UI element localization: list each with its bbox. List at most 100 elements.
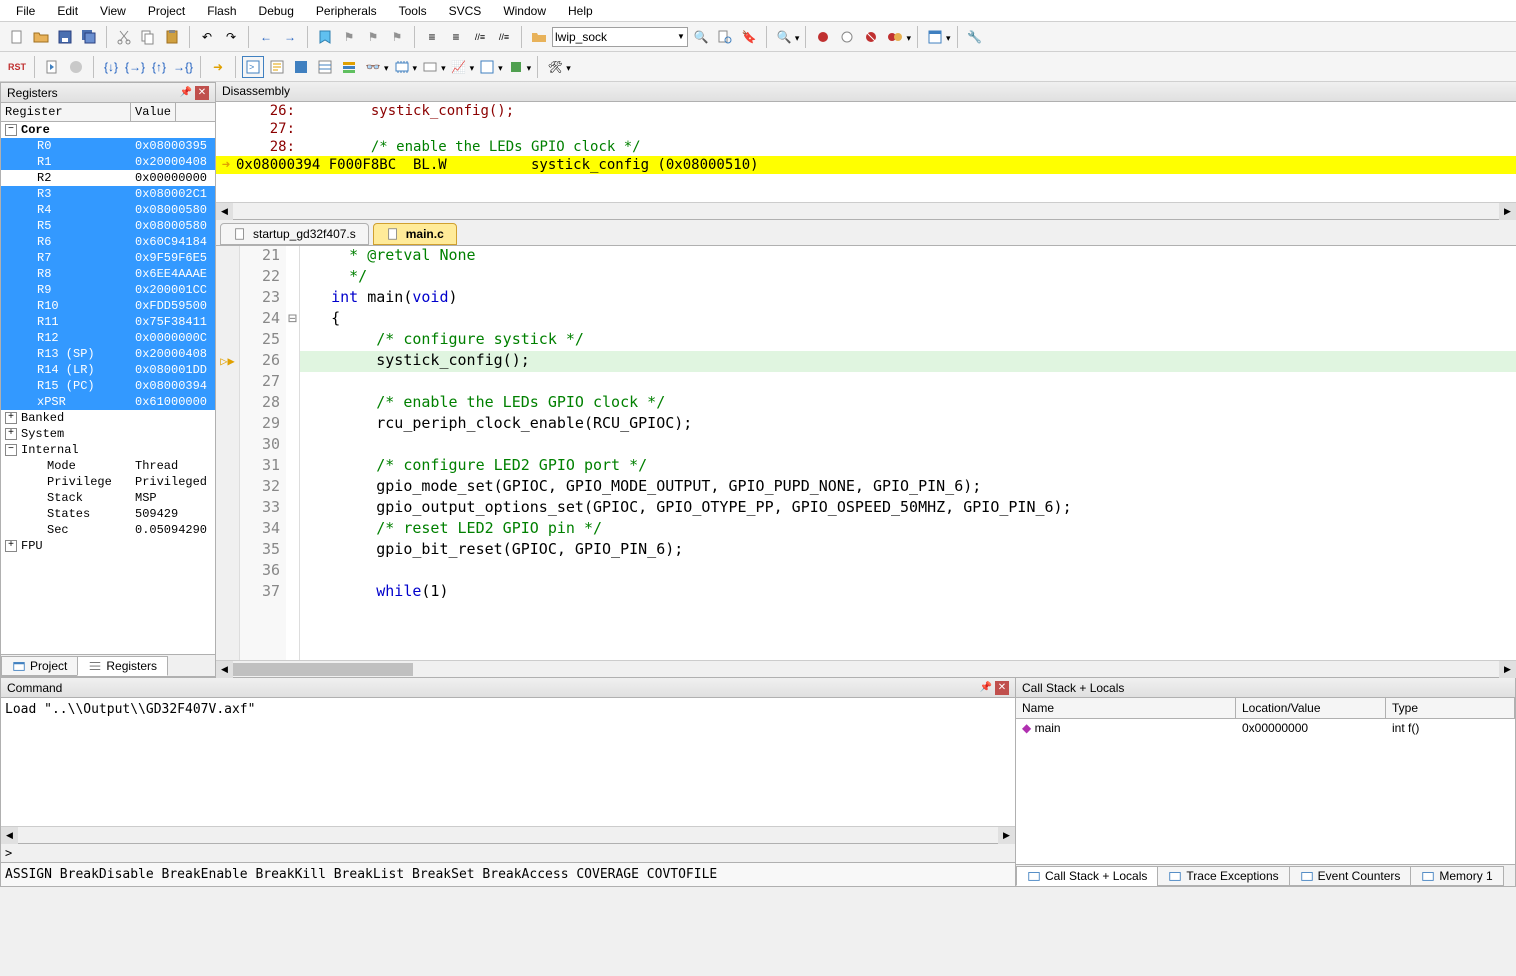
code-line[interactable]: * @retval None <box>304 246 1516 267</box>
code-line[interactable]: /* configure LED2 GPIO port */ <box>304 456 1516 477</box>
cut-icon[interactable] <box>113 26 135 48</box>
fold-gutter[interactable] <box>286 498 299 519</box>
analysis-window-icon[interactable]: 📈 <box>448 56 470 78</box>
col-location[interactable]: Location/Value <box>1236 698 1386 718</box>
reg-row[interactable]: R80x6EE4AAAE <box>1 266 215 282</box>
menu-debug[interactable]: Debug <box>249 2 304 20</box>
menu-window[interactable]: Window <box>493 2 556 20</box>
expander-icon[interactable]: + <box>5 428 17 440</box>
locals-row[interactable]: ◆ main0x00000000int f() <box>1016 719 1515 737</box>
step-over-icon[interactable]: {→} <box>124 56 146 78</box>
reg-row[interactable]: R30x080002C1 <box>1 186 215 202</box>
fold-gutter[interactable] <box>286 477 299 498</box>
menu-project[interactable]: Project <box>138 2 195 20</box>
reg-row[interactable]: R70x9F59F6E5 <box>1 250 215 266</box>
reset-icon[interactable]: RST <box>6 56 28 78</box>
find-input[interactable]: ▼ <box>552 27 688 47</box>
paste-icon[interactable] <box>161 26 183 48</box>
locals-tab[interactable]: Call Stack + Locals <box>1016 866 1158 886</box>
code-line[interactable]: { <box>304 309 1516 330</box>
tab-project[interactable]: Project <box>1 656 78 676</box>
breakpoint-red-icon[interactable] <box>812 26 834 48</box>
window-layout-icon[interactable] <box>924 26 946 48</box>
menu-flash[interactable]: Flash <box>197 2 246 20</box>
gutter[interactable] <box>216 330 239 351</box>
stop-icon[interactable] <box>65 56 87 78</box>
trace-window-icon[interactable] <box>476 56 498 78</box>
code-line[interactable]: int main(void) <box>304 288 1516 309</box>
open-folder-icon[interactable] <box>30 26 52 48</box>
code-line[interactable]: /* enable the LEDs GPIO clock */ <box>304 393 1516 414</box>
gutter[interactable] <box>216 498 239 519</box>
symbols-window-icon[interactable] <box>290 56 312 78</box>
registers-tree[interactable]: −CoreR00x08000395R10x20000408R20x0000000… <box>1 122 215 654</box>
editor-tab[interactable]: startup_gd32f407.s <box>220 223 369 245</box>
comment-icon[interactable]: //≡ <box>469 26 491 48</box>
breakpoint-white-icon[interactable] <box>836 26 858 48</box>
gutter[interactable] <box>216 456 239 477</box>
new-file-icon[interactable] <box>6 26 28 48</box>
disassembly-body[interactable]: 26: systick_config(); 27: 28: /* enable … <box>216 102 1516 202</box>
reg-row[interactable]: R60x60C94184 <box>1 234 215 250</box>
watch-window-icon[interactable]: 👓 <box>362 56 384 78</box>
expander-icon[interactable]: − <box>5 124 17 136</box>
copy-icon[interactable] <box>137 26 159 48</box>
gutter[interactable] <box>216 561 239 582</box>
gutter[interactable] <box>216 435 239 456</box>
code-line[interactable] <box>304 561 1516 582</box>
gutter[interactable] <box>216 393 239 414</box>
debug-magnifier-icon[interactable]: 🔍 <box>773 26 795 48</box>
fold-gutter[interactable] <box>286 561 299 582</box>
menu-tools[interactable]: Tools <box>389 2 437 20</box>
toolbox-icon[interactable]: 🛠 <box>544 56 566 78</box>
gutter[interactable] <box>216 267 239 288</box>
expander-icon[interactable]: + <box>5 412 17 424</box>
fold-gutter[interactable] <box>286 435 299 456</box>
fold-gutter[interactable] <box>286 393 299 414</box>
pin-icon[interactable]: 📌 <box>179 86 193 100</box>
serial-window-icon[interactable] <box>419 56 441 78</box>
disasm-line[interactable]: 27: <box>216 120 1516 138</box>
reg-row[interactable]: States509429 <box>1 506 215 522</box>
menu-file[interactable]: File <box>6 2 45 20</box>
command-scrollbar[interactable]: ◀▶ <box>1 826 1015 843</box>
reg-row[interactable]: R20x00000000 <box>1 170 215 186</box>
find-input-field[interactable] <box>555 30 675 44</box>
fold-gutter[interactable] <box>286 351 299 372</box>
fold-gutter[interactable] <box>286 456 299 477</box>
system-viewer-icon[interactable] <box>505 56 527 78</box>
code-line[interactable] <box>304 372 1516 393</box>
close-icon[interactable]: ✕ <box>995 681 1009 695</box>
callstack-window-icon[interactable] <box>338 56 360 78</box>
reg-row[interactable]: R50x08000580 <box>1 218 215 234</box>
breakpoint-kill-icon[interactable] <box>884 26 906 48</box>
bookmark-next-icon[interactable]: ⚑ <box>362 26 384 48</box>
reg-row[interactable]: Sec0.05094290 <box>1 522 215 538</box>
col-name[interactable]: Name <box>1016 698 1236 718</box>
reg-row[interactable]: ModeThread <box>1 458 215 474</box>
fold-gutter[interactable] <box>286 414 299 435</box>
disasm-line[interactable]: 26: systick_config(); <box>216 102 1516 120</box>
col-type[interactable]: Type <box>1386 698 1515 718</box>
fold-gutter[interactable] <box>286 330 299 351</box>
disasm-line[interactable]: 28: /* enable the LEDs GPIO clock */ <box>216 138 1516 156</box>
col-value[interactable]: Value <box>131 103 176 121</box>
close-icon[interactable]: ✕ <box>195 86 209 100</box>
pin-icon[interactable]: 📌 <box>979 681 993 695</box>
memory-window-icon[interactable] <box>391 56 413 78</box>
editor-tab[interactable]: main.c <box>373 223 457 245</box>
menu-view[interactable]: View <box>90 2 136 20</box>
reg-row[interactable]: R14 (LR)0x080001DD <box>1 362 215 378</box>
bookmark-prev-icon[interactable]: ⚑ <box>338 26 360 48</box>
expander-icon[interactable]: + <box>5 540 17 552</box>
step-in-icon[interactable]: {↓} <box>100 56 122 78</box>
menu-peripherals[interactable]: Peripherals <box>306 2 387 20</box>
editor-body[interactable]: ▷▶ 2122232425262728293031323334353637 ⊟ … <box>216 246 1516 660</box>
nav-back-icon[interactable]: ← <box>255 26 277 48</box>
gutter[interactable] <box>216 372 239 393</box>
locals-tab[interactable]: Trace Exceptions <box>1157 866 1289 886</box>
menu-help[interactable]: Help <box>558 2 603 20</box>
undo-icon[interactable]: ↶ <box>196 26 218 48</box>
fold-gutter[interactable] <box>286 540 299 561</box>
reg-row[interactable]: R90x200001CC <box>1 282 215 298</box>
